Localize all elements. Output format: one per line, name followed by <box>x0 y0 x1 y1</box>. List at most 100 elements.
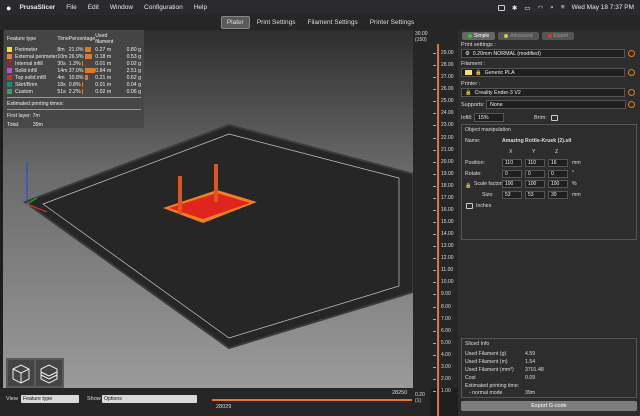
lock-icon[interactable]: 🔒 <box>465 183 471 189</box>
edit-filament-icon[interactable] <box>628 69 635 76</box>
name-label: Name: <box>465 138 481 144</box>
scale-z-field[interactable]: 100 <box>548 180 568 188</box>
view-3d-button[interactable] <box>8 360 34 386</box>
legend-percentage: 10.8% <box>69 74 96 81</box>
size-label: Size: <box>482 192 494 198</box>
show-select[interactable]: Options <box>102 395 197 403</box>
horizontal-slider[interactable] <box>212 399 412 401</box>
legend-percentage: 2.2% <box>68 88 83 95</box>
menu-help[interactable]: Help <box>194 4 207 11</box>
legend-length: 0.27 m <box>95 46 112 53</box>
layer-slider[interactable]: 30.00 (150) 29.00 28.00 27.00 26.00 25.00 24.… <box>413 30 458 416</box>
sliced-value-0: 4.59 <box>525 351 536 357</box>
layer-tick-label: 10.00 <box>441 279 454 286</box>
layer-tick-mark <box>433 366 436 368</box>
position-y-field[interactable]: 110 <box>525 159 545 167</box>
export-gcode-button[interactable]: Export G-code <box>461 401 637 411</box>
legend-percentage-bar <box>84 67 95 73</box>
legend-swatch <box>7 53 12 59</box>
menu-configuration[interactable]: Configuration <box>144 4 183 11</box>
tab-print-settings[interactable]: Print Settings <box>252 17 301 28</box>
gear-icon: ⚙ <box>465 50 470 57</box>
brim-checkbox[interactable] <box>551 115 558 121</box>
menu-bar: ● PrusaSlicer File Edit Window Configura… <box>0 0 640 15</box>
layers-icon <box>40 364 58 384</box>
tab-filament-settings[interactable]: Filament Settings <box>303 17 363 28</box>
legend-row[interactable]: Custom 51s 2.2% 0.02 m 0.06 g <box>7 88 141 95</box>
legend-weight: 0.62 g <box>126 74 141 81</box>
legend-length: 0.02 m <box>95 88 112 95</box>
infill-select[interactable]: 15% <box>474 113 504 122</box>
bluetooth-icon[interactable]: ✱ <box>512 4 517 12</box>
sliced-label-1: Used Filament (m) <box>465 359 508 365</box>
rotate-y-field[interactable]: 0 <box>525 170 545 178</box>
layer-tick-mark <box>433 185 436 187</box>
print-settings-select[interactable]: ⚙ 0.20mm NORMAL (modified) <box>461 49 625 58</box>
filament-select[interactable]: 🔒 Generic PLA <box>461 68 625 77</box>
inches-label: Inches <box>476 203 492 209</box>
mode-advanced[interactable]: Advanced <box>498 32 539 40</box>
scale-y-field[interactable]: 100 <box>525 180 545 188</box>
layer-tick-label: 5.00 <box>441 339 451 346</box>
lock-icon: 🔒 <box>465 89 472 96</box>
menu-app[interactable]: PrusaSlicer <box>19 4 55 11</box>
battery-icon[interactable]: ▭ <box>524 4 530 12</box>
mode-simple[interactable]: Simple <box>462 32 496 40</box>
legend-row[interactable]: External perimeter 10m 26.9% 0.18 m 0.53 g <box>7 53 141 60</box>
legend-feature: Internal infill <box>7 60 57 67</box>
layer-tick-label: 13.00 <box>441 243 454 250</box>
legend-row[interactable]: Skirt/Brim 18s 0.8% 0.01 m 0.04 g <box>7 81 141 88</box>
legend-swatch <box>7 88 12 94</box>
layer-slider-track[interactable] <box>437 44 439 416</box>
rotate-label: Rotate: <box>465 171 482 177</box>
legend-weight: 0.04 g <box>126 81 141 88</box>
edit-supports-icon[interactable] <box>628 101 635 108</box>
edit-preset-icon[interactable] <box>628 50 635 57</box>
tab-plater[interactable]: Plater <box>220 16 250 29</box>
layer-tick-label: 11.00 <box>441 267 454 274</box>
control-center-icon[interactable]: ≡ <box>561 4 565 11</box>
legend-row[interactable]: Internal infill 30s 1.3% 0.01 m 0.02 g <box>7 60 141 67</box>
clock[interactable]: Wed May 18 7:37 PM <box>572 4 634 11</box>
size-y-field[interactable]: 53 <box>525 191 545 199</box>
feature-legend: Feature type Time Percentage Used filame… <box>4 30 144 128</box>
legend-swatch <box>7 67 12 73</box>
legend-row[interactable]: Perimeter 8m 21.0% 0.27 m 0.80 g <box>7 46 141 53</box>
layer-tick-mark <box>433 209 436 211</box>
menu-window[interactable]: Window <box>110 4 133 11</box>
size-x-field[interactable]: 53 <box>502 191 522 199</box>
legend-swatch <box>7 74 12 80</box>
layer-bottom-index: (1) <box>415 398 422 404</box>
menu-file[interactable]: File <box>66 4 76 11</box>
size-z-field[interactable]: 30 <box>548 191 568 199</box>
position-x-field[interactable]: 110 <box>502 159 522 167</box>
wifi-icon[interactable]: ◠ <box>538 4 544 12</box>
estimated-times-label: Estimated printing times: <box>7 101 64 107</box>
view-preview-button[interactable] <box>36 360 62 386</box>
layer-tick-label: 16.00 <box>441 206 454 213</box>
legend-weight: 0.02 g <box>126 60 141 67</box>
legend-row[interactable]: Solid infill 14m 37.0% 0.84 m 2.51 g <box>7 67 141 74</box>
rotate-z-field[interactable]: 0 <box>548 170 568 178</box>
status-icon[interactable] <box>497 4 505 11</box>
scale-x-field[interactable]: 100 <box>502 180 522 188</box>
position-z-field[interactable]: 16 <box>548 159 568 167</box>
mode-expert[interactable]: Expert <box>541 32 574 40</box>
menu-edit[interactable]: Edit <box>88 4 99 11</box>
layer-tick-mark <box>433 89 436 91</box>
layer-tick-mark <box>433 318 436 320</box>
view-select[interactable]: Feature type <box>21 395 79 403</box>
edit-printer-icon[interactable] <box>628 89 635 96</box>
tab-printer-settings[interactable]: Printer Settings <box>365 17 419 28</box>
object-manipulation-title: Object manipulation <box>465 127 511 133</box>
legend-length: 0.84 m <box>95 67 112 74</box>
legend-percentage-bar <box>84 53 93 59</box>
rotate-x-field[interactable]: 0 <box>502 170 522 178</box>
search-icon[interactable]: ⌕ <box>550 4 554 12</box>
apple-icon[interactable]: ● <box>6 3 11 13</box>
legend-time: 51s <box>57 88 66 95</box>
inches-checkbox[interactable] <box>466 203 473 209</box>
printer-select[interactable]: 🔒 Creality Ender-3 V2 <box>461 88 625 97</box>
legend-row[interactable]: Top solid infill 4m 10.8% 0.21 m 0.62 g <box>7 74 141 81</box>
supports-select[interactable]: None <box>486 100 626 109</box>
